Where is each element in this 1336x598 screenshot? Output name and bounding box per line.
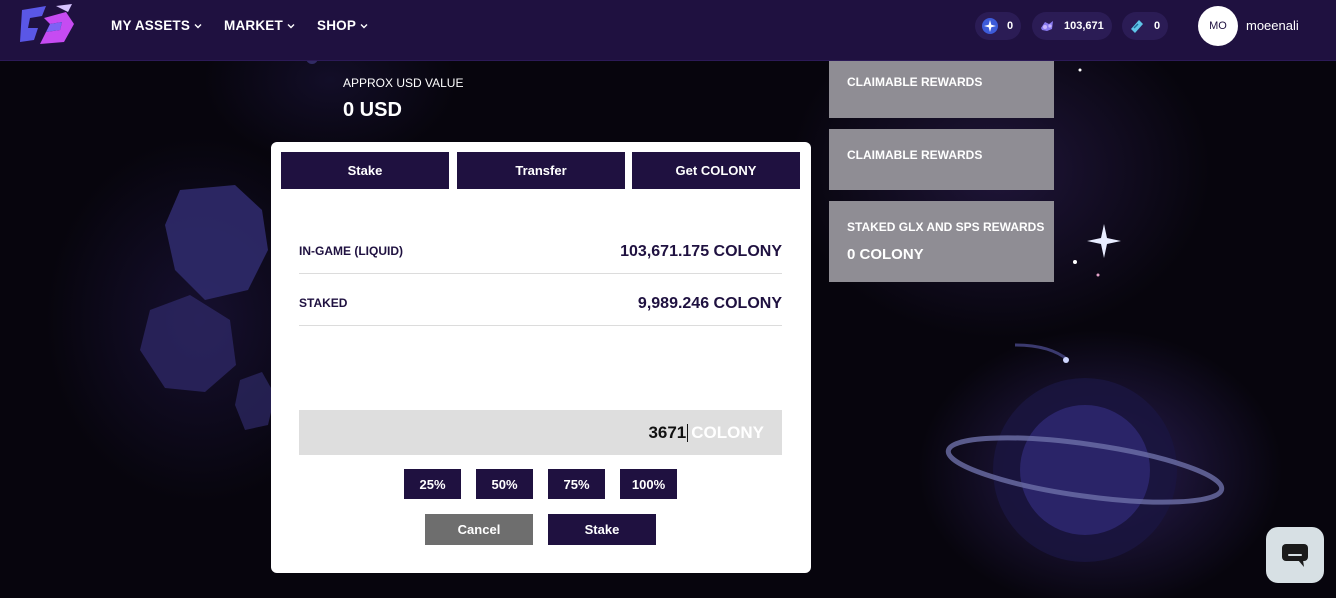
balance-ticket[interactable]: 0: [1122, 12, 1169, 40]
nav-shop[interactable]: SHOP: [317, 18, 368, 33]
stake-modal: Stake Transfer Get COLONY IN-GAME (LIQUI…: [271, 142, 811, 573]
balance-ticket-value: 0: [1154, 20, 1161, 32]
percent-25-button[interactable]: 25%: [404, 469, 461, 499]
in-game-liquid-label: IN-GAME (LIQUID): [299, 244, 403, 258]
balance-star-token[interactable]: 0: [975, 12, 1022, 40]
balance-colony-token[interactable]: 103,671: [1032, 12, 1112, 40]
approx-usd-label: APPROX USD VALUE: [343, 76, 464, 90]
reward-card-title: STAKED GLX AND SPS REWARDS: [847, 220, 1045, 234]
colony-token-icon: [1041, 21, 1053, 31]
top-navigation-bar: MY ASSETS MARKET SHOP 0 103,671 0 MO moe…: [0, 0, 1336, 61]
staked-value: 9,989.246 COLONY: [637, 295, 782, 312]
game-logo-icon[interactable]: [16, 2, 80, 48]
approx-usd-value: 0 USD: [343, 99, 402, 121]
nav-my-assets-label: MY ASSETS: [111, 18, 191, 33]
balance-star-value: 0: [1007, 20, 1014, 32]
cancel-button[interactable]: Cancel: [425, 514, 533, 545]
avatar-initials: MO: [1209, 20, 1227, 32]
username-label[interactable]: moeenali: [1246, 18, 1299, 33]
tab-transfer[interactable]: Transfer: [457, 152, 625, 189]
in-game-liquid-value: 103,671.175 COLONY: [620, 243, 782, 260]
balance-colony-value: 103,671: [1064, 20, 1104, 32]
text-caret: [687, 423, 689, 442]
nav-market-label: MARKET: [224, 18, 283, 33]
chevron-down-icon: [287, 23, 295, 28]
stake-amount-field[interactable]: COLONY: [299, 410, 782, 455]
claimable-rewards-card: CLAIMABLE REWARDS: [829, 129, 1054, 190]
chat-bubble-icon: [1282, 544, 1308, 567]
nav-shop-label: SHOP: [317, 18, 357, 33]
reward-card-title: CLAIMABLE REWARDS: [847, 148, 983, 162]
reward-card-value: 0 COLONY: [847, 246, 924, 263]
star-token-icon: [982, 18, 998, 34]
stake-button[interactable]: Stake: [548, 514, 656, 545]
divider: [299, 325, 782, 326]
avatar[interactable]: MO: [1198, 6, 1238, 46]
staked-label: STAKED: [299, 296, 348, 310]
percent-50-button[interactable]: 50%: [476, 469, 533, 499]
chevron-down-icon: [194, 23, 202, 28]
chevron-down-icon: [360, 23, 368, 28]
nav-market[interactable]: MARKET: [224, 18, 295, 33]
ticket-icon: [1131, 20, 1143, 33]
tab-stake[interactable]: Stake: [281, 152, 449, 189]
percent-100-button[interactable]: 100%: [620, 469, 677, 499]
tab-get-colony[interactable]: Get COLONY: [632, 152, 800, 189]
chat-support-button[interactable]: [1266, 527, 1324, 583]
amount-unit-label: COLONY: [691, 422, 764, 442]
divider: [299, 273, 782, 274]
percent-75-button[interactable]: 75%: [548, 469, 605, 499]
staked-glx-sps-rewards-card: STAKED GLX AND SPS REWARDS 0 COLONY: [829, 201, 1054, 282]
stake-amount-input[interactable]: [616, 422, 687, 443]
reward-card-title: CLAIMABLE REWARDS: [847, 75, 983, 89]
nav-my-assets[interactable]: MY ASSETS: [111, 18, 202, 33]
claimable-rewards-card: CLAIMABLE REWARDS: [829, 61, 1054, 118]
